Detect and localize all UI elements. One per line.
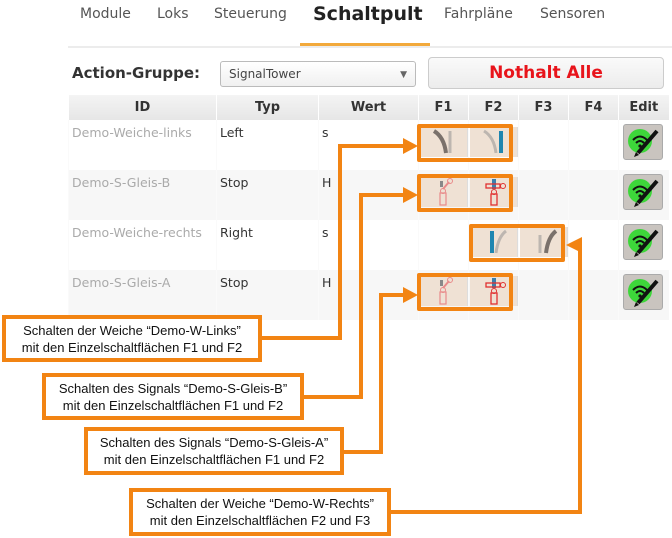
callout-weiche-rechts: Schalten der Weiche “Demo-W-Rechts” mit … <box>129 488 391 536</box>
connector-line-3 <box>340 293 405 454</box>
arrow-head-3 <box>403 287 418 303</box>
callout-line: mit den Einzelschaltflächen F1 und F2 <box>21 340 243 355</box>
callout-signal-gleis-b: Schalten des Signals “Demo-S-Gleis-B” mi… <box>42 373 304 420</box>
connector-line-4 <box>390 243 582 514</box>
callout-line: mit den Einzelschaltflächen F1 und F2 <box>103 452 325 467</box>
callout-line: mit den Einzelschaltflächen F2 und F3 <box>149 513 371 528</box>
callout-line: Schalten der Weiche “Demo-W-Links” <box>23 323 241 338</box>
callout-line: Schalten des Signals “Demo-S-Gleis-A” <box>99 435 329 450</box>
callout-line: Schalten der Weiche “Demo-W-Rechts” <box>146 496 374 511</box>
callout-signal-gleis-a: Schalten des Signals “Demo-S-Gleis-A” mi… <box>84 427 344 475</box>
callout-line: mit den Einzelschaltflächen F1 und F2 <box>62 398 284 413</box>
arrow-head-2 <box>403 187 418 203</box>
callout-weiche-links: Schalten der Weiche “Demo-W-Links” mit d… <box>2 315 262 362</box>
arrow-head-1 <box>403 138 418 154</box>
arrow-head-4 <box>566 237 582 253</box>
callout-line: Schalten des Signals “Demo-S-Gleis-B” <box>58 381 288 396</box>
